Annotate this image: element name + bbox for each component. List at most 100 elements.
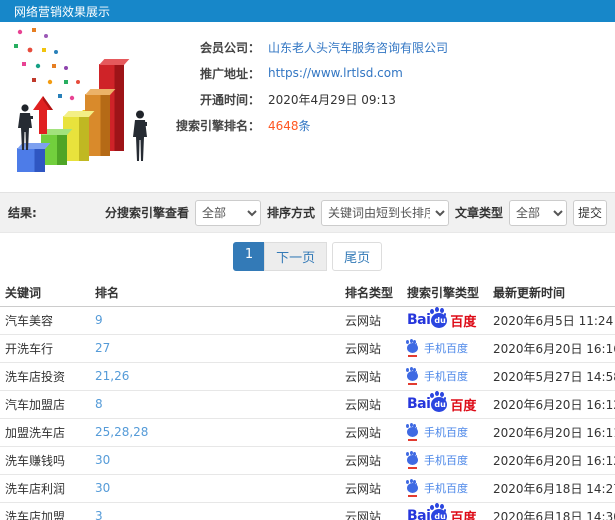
mobile-baidu-label: 手机百度 [424, 370, 468, 383]
info-row-url: 推广地址： https://www.lrtlsd.com [168, 60, 615, 86]
mobile-baidu-logo: 手机百度 [406, 480, 468, 497]
up-arrow-icon [33, 96, 53, 134]
baidu-cn-text: 百度 [450, 398, 477, 414]
article-type-select[interactable]: 全部 [509, 199, 567, 226]
keyword-cell: 开洗车行 [0, 334, 90, 363]
engine-cell: 手机百度 [402, 474, 488, 503]
baidu-cn-text: 百度 [450, 314, 477, 330]
rank-link[interactable]: 30 [95, 453, 110, 467]
mobile-baidu-paw-icon [406, 340, 418, 357]
last-page-button[interactable]: 尾页 [332, 242, 383, 271]
sort-select[interactable]: 关键词由短到长排序 [320, 199, 449, 226]
results-table: 关键词 排名 排名类型 搜索引擎类型 最新更新时间 汽车美容 9 云网站 Bai… [0, 280, 615, 520]
submit-button[interactable]: 提交 [573, 199, 607, 226]
updated-cell: 2020年6月20日 16:12 [488, 390, 615, 419]
header-keyword: 关键词 [0, 280, 90, 307]
table-header-row: 关键词 排名 排名类型 搜索引擎类型 最新更新时间 [0, 280, 615, 307]
next-page-button[interactable]: 下一页 [264, 242, 328, 271]
rank-type-cell: 云网站 [340, 418, 402, 447]
url-value: https://www.lrtlsd.com [268, 66, 403, 80]
company-link[interactable]: 山东老人头汽车服务咨询有限公司 [268, 41, 448, 55]
sort-filter-label: 排序方式 [266, 206, 315, 220]
result-label: 结果: [8, 206, 37, 220]
opened-value: 2020年4月29日 09:13 [268, 92, 396, 107]
baidu-cn-text: 百度 [450, 510, 477, 520]
engine-select[interactable]: 全部 [194, 199, 261, 226]
rank-link[interactable]: 30 [95, 481, 110, 495]
info-row-company: 会员公司： 山东老人头汽车服务咨询有限公司 [168, 34, 615, 60]
promotion-url-link[interactable]: https://www.lrtlsd.com [268, 66, 403, 80]
rank-type-cell: 云网站 [340, 474, 402, 503]
rank-type-cell: 云网站 [340, 306, 402, 335]
rank-link[interactable]: 9 [95, 313, 103, 327]
updated-cell: 2020年6月18日 14:30 [488, 502, 615, 520]
mobile-baidu-label: 手机百度 [424, 482, 468, 495]
header-updated: 最新更新时间 [488, 280, 615, 307]
mobile-baidu-logo: 手机百度 [406, 424, 468, 441]
table-row: 开洗车行 27 云网站 手机百度 2020年6月20日 16:16 [0, 334, 615, 363]
rank-link[interactable]: 3 [95, 509, 103, 520]
rank-count-suffix: 条 [298, 118, 311, 133]
info-fields: 会员公司： 山东老人头汽车服务咨询有限公司 推广地址： https://www.… [168, 22, 615, 138]
mobile-baidu-logo: 手机百度 [406, 452, 468, 469]
rank-link[interactable]: 25,28,28 [95, 425, 148, 439]
chart-illustration [0, 22, 185, 187]
info-row-opened: 开通时间： 2020年4月29日 09:13 [168, 86, 615, 112]
table-row: 汽车美容 9 云网站 Bai du 百度 2020年6月5日 11:24 [0, 306, 615, 335]
table-row: 汽车加盟店 8 云网站 Bai du 百度 2020年6月20日 16:12 [0, 390, 615, 419]
engine-cell: 手机百度 [402, 334, 488, 363]
article-type-label: 文章类型 [454, 206, 503, 220]
mobile-baidu-paw-icon [406, 368, 418, 385]
rank-link[interactable]: 21,26 [95, 369, 129, 383]
table-row: 加盟洗车店 25,28,28 云网站 手机百度 2020年6月20日 16:11 [0, 418, 615, 447]
rank-count-number: 4648 [268, 118, 299, 133]
table-row: 洗车店加盟 3 云网站 Bai du 百度 2020年6月18日 14:30 [0, 502, 615, 520]
mobile-baidu-paw-icon [406, 452, 418, 469]
baidu-bai-text: Bai [407, 396, 431, 412]
baidu-logo: Bai du 百度 [407, 504, 477, 520]
businessman-left-icon [18, 104, 33, 150]
engine-cell: 手机百度 [402, 362, 488, 391]
pagination: 1 下一页 尾页 [232, 242, 383, 271]
rank-type-cell: 云网站 [340, 502, 402, 520]
baidu-paw-icon: du [430, 504, 448, 520]
engine-cell: 手机百度 [402, 446, 488, 475]
rank-type-cell: 云网站 [340, 446, 402, 475]
baidu-paw-icon: du [430, 308, 448, 328]
keyword-cell: 汽车美容 [0, 306, 90, 335]
table-row: 洗车赚钱吗 30 云网站 手机百度 2020年6月20日 16:12 [0, 446, 615, 475]
mobile-baidu-logo: 手机百度 [406, 368, 468, 385]
updated-cell: 2020年6月20日 16:12 [488, 446, 615, 475]
baidu-logo: Bai du 百度 [407, 392, 477, 414]
chart-bar-blue [17, 148, 45, 172]
rank-cell: 30 [90, 446, 340, 475]
engine-cell: 手机百度 [402, 418, 488, 447]
mobile-baidu-paw-icon [406, 480, 418, 497]
rank-link[interactable]: 27 [95, 341, 110, 355]
rank-type-cell: 云网站 [340, 362, 402, 391]
header-engine-type: 搜索引擎类型 [402, 280, 488, 307]
rank-link[interactable]: 8 [95, 397, 103, 411]
rank-cell: 25,28,28 [90, 418, 340, 447]
rank-cell: 27 [90, 334, 340, 363]
mobile-baidu-label: 手机百度 [424, 342, 468, 355]
engine-filter-label: 分搜索引擎查看 [104, 206, 189, 220]
info-section: 会员公司： 山东老人头汽车服务咨询有限公司 推广地址： https://www.… [0, 22, 615, 192]
keyword-cell: 洗车店加盟 [0, 502, 90, 520]
keyword-cell: 洗车店投资 [0, 362, 90, 391]
table-body: 汽车美容 9 云网站 Bai du 百度 2020年6月5日 11:24 开洗车行 … [0, 306, 615, 520]
table-row: 洗车店利润 30 云网站 手机百度 2020年6月18日 14:27 [0, 474, 615, 503]
rank-count-value: 4648条 [268, 117, 311, 134]
top-bar: 网络营销效果展示 [0, 0, 615, 22]
filter-bar: 结果: 分搜索引擎查看 全部 排序方式 关键词由短到长排序 文章类型 全部 提交 [0, 192, 615, 233]
keyword-cell: 汽车加盟店 [0, 390, 90, 419]
rank-cell: 21,26 [90, 362, 340, 391]
baidu-du-text: du [434, 315, 446, 325]
businessman-right-icon [133, 110, 147, 161]
keyword-cell: 加盟洗车店 [0, 418, 90, 447]
engine-cell: Bai du 百度 [402, 306, 488, 335]
rank-cell: 3 [90, 502, 340, 520]
mobile-baidu-paw-icon [406, 424, 418, 441]
page-1-button[interactable]: 1 [232, 242, 266, 271]
info-row-rank-count: 搜索引擎排名： 4648条 [168, 112, 615, 138]
